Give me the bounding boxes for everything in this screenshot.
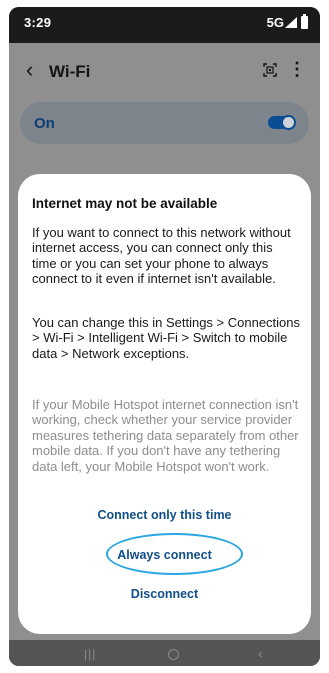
dialog-paragraph-3: If your Mobile Hotspot internet connecti… bbox=[32, 397, 299, 474]
battery-icon bbox=[301, 14, 308, 29]
signal-icon bbox=[285, 17, 297, 28]
no-internet-dialog: Internet may not be available If you wan… bbox=[18, 174, 311, 634]
qr-scan-icon[interactable] bbox=[263, 63, 277, 77]
nav-back-icon[interactable]: ‹ bbox=[258, 645, 263, 661]
toggle-knob bbox=[281, 115, 296, 130]
network-type: 5G bbox=[266, 15, 284, 30]
dialog-title: Internet may not be available bbox=[32, 196, 218, 211]
more-options-icon[interactable]: ⋮ bbox=[288, 60, 306, 78]
always-connect-button[interactable]: Always connect bbox=[18, 548, 311, 562]
phone-frame: 3:29 5G ‹ Wi-Fi ⋮ On Internet may not be… bbox=[9, 7, 320, 666]
back-arrow-icon[interactable]: ‹ bbox=[26, 59, 33, 81]
dialog-paragraph-1: If you want to connect to this network w… bbox=[32, 225, 291, 287]
connect-only-this-time-button[interactable]: Connect only this time bbox=[18, 508, 311, 522]
status-bar: 3:29 5G bbox=[9, 7, 320, 43]
home-icon[interactable] bbox=[168, 649, 179, 660]
dialog-paragraph-2: You can change this in Settings > Connec… bbox=[32, 315, 301, 361]
navigation-bar bbox=[9, 640, 320, 666]
status-time: 3:29 bbox=[24, 15, 52, 30]
disconnect-button[interactable]: Disconnect bbox=[18, 587, 311, 601]
recents-icon[interactable]: ||| bbox=[84, 647, 96, 661]
app-bar: ‹ Wi-Fi ⋮ bbox=[9, 43, 320, 99]
wifi-master-switch[interactable]: On bbox=[20, 102, 309, 144]
wifi-toggle[interactable] bbox=[268, 115, 296, 130]
page-title: Wi-Fi bbox=[49, 62, 91, 81]
wifi-settings-screen: ‹ Wi-Fi ⋮ On Internet may not be availab… bbox=[9, 43, 320, 666]
master-switch-label: On bbox=[34, 115, 55, 132]
